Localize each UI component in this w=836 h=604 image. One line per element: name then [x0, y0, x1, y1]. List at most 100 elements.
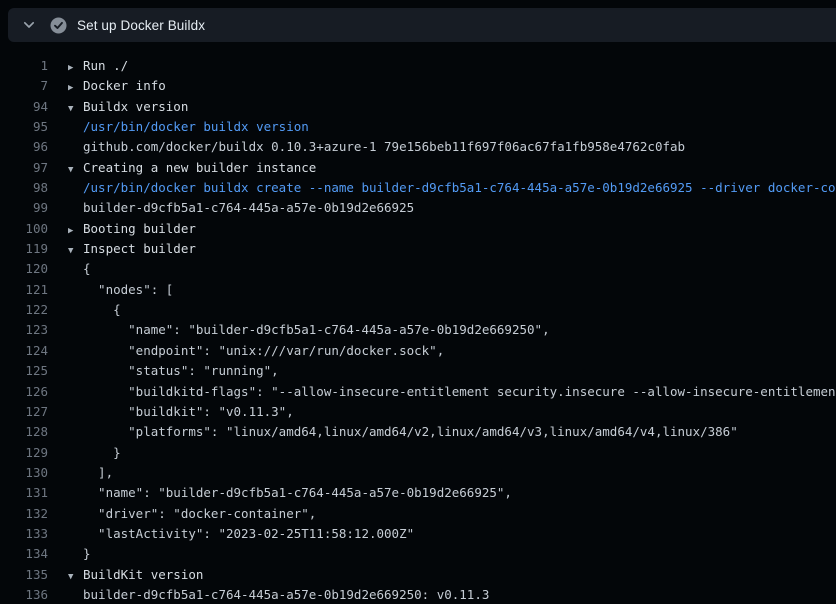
log-line-text: Docker info	[83, 78, 166, 93]
log-line: 124 "endpoint": "unix:///var/run/docker.…	[0, 341, 836, 361]
log-line: 119 ▼Inspect builder	[0, 239, 836, 259]
line-number[interactable]: 131	[0, 483, 48, 503]
log-line: 99 builder-d9cfb5a1-c764-445a-a57e-0b19d2…	[0, 198, 836, 218]
log-line-text: builder-d9cfb5a1-c764-445a-a57e-0b19d2e6…	[83, 200, 414, 215]
line-number[interactable]: 98	[0, 178, 48, 198]
line-number[interactable]: 125	[0, 361, 48, 381]
log-line: 98/usr/bin/docker buildx create --name b…	[0, 178, 836, 198]
log-output-text: "name": "builder-d9cfb5a1-c764-445a-a57e…	[68, 483, 512, 503]
log-output-text: "platforms": "linux/amd64,linux/amd64/v2…	[68, 422, 738, 442]
log-output-text: github.com/docker/buildx 0.10.3+azure-1 …	[68, 137, 685, 157]
log-line-text: /usr/bin/docker buildx version	[83, 119, 309, 134]
log-output-text: }	[68, 544, 91, 564]
line-number[interactable]: 7	[0, 76, 48, 96]
caret-down-icon[interactable]: ▼	[68, 241, 83, 261]
log-group-title[interactable]: ▼Creating a new builder instance	[68, 158, 316, 178]
log-line-text: Buildx version	[83, 99, 188, 114]
caret-right-icon[interactable]: ▶	[68, 78, 83, 98]
log-group-title[interactable]: ▶Docker info	[68, 76, 166, 96]
step-success-check-icon	[49, 16, 67, 34]
log-group-title[interactable]: ▶Run ./	[68, 56, 128, 76]
line-number[interactable]: 134	[0, 544, 48, 564]
line-number[interactable]: 99	[0, 198, 48, 218]
log-line-text: "lastActivity": "2023-02-25T11:58:12.000…	[83, 526, 414, 541]
log-line-text: }	[83, 546, 91, 561]
log-line: 95/usr/bin/docker buildx version	[0, 117, 836, 137]
log-line: 123 "name": "builder-d9cfb5a1-c764-445a-…	[0, 320, 836, 340]
line-number[interactable]: 136	[0, 585, 48, 604]
line-number[interactable]: 121	[0, 280, 48, 300]
log-group-title[interactable]: ▼Buildx version	[68, 97, 188, 117]
log-line: 136 builder-d9cfb5a1-c764-445a-a57e-0b19d…	[0, 585, 836, 604]
log-line-text: builder-d9cfb5a1-c764-445a-a57e-0b19d2e6…	[83, 587, 489, 602]
log-line-text: ],	[83, 465, 113, 480]
line-number[interactable]: 130	[0, 463, 48, 483]
log-group-title[interactable]: ▶Booting builder	[68, 219, 196, 239]
log-line-text: "nodes": [	[83, 282, 173, 297]
step-title: Set up Docker Buildx	[77, 18, 205, 33]
line-number[interactable]: 100	[0, 219, 48, 239]
log-line: 120 {	[0, 259, 836, 279]
log-group-title[interactable]: ▼Inspect builder	[68, 239, 196, 259]
log-output-panel: 1▶Run ./7▶Docker info94▼Buildx version95…	[0, 42, 836, 604]
log-line-text: "buildkitd-flags": "--allow-insecure-ent…	[83, 384, 836, 399]
log-group-title[interactable]: ▼BuildKit version	[68, 565, 203, 585]
line-number[interactable]: 120	[0, 259, 48, 279]
line-number[interactable]: 96	[0, 137, 48, 157]
log-output-text: {	[68, 300, 121, 320]
log-output-text: "lastActivity": "2023-02-25T11:58:12.000…	[68, 524, 414, 544]
chevron-down-icon[interactable]	[20, 16, 38, 34]
line-number[interactable]: 127	[0, 402, 48, 422]
log-line-text: "name": "builder-d9cfb5a1-c764-445a-a57e…	[83, 322, 550, 337]
log-line: 7 ▶Docker info	[0, 76, 836, 96]
log-line-text: "platforms": "linux/amd64,linux/amd64/v2…	[83, 424, 738, 439]
caret-down-icon[interactable]: ▼	[68, 99, 83, 119]
line-number[interactable]: 126	[0, 382, 48, 402]
step-header-set-up-docker-buildx[interactable]: Set up Docker Buildx	[8, 8, 836, 42]
log-line: 126 "buildkitd-flags": "--allow-insecure…	[0, 382, 836, 402]
line-number[interactable]: 1	[0, 56, 48, 76]
line-number[interactable]: 128	[0, 422, 48, 442]
log-line: 121 "nodes": [	[0, 280, 836, 300]
log-line-text: "driver": "docker-container",	[83, 506, 316, 521]
log-output-text: builder-d9cfb5a1-c764-445a-a57e-0b19d2e6…	[68, 585, 489, 604]
log-output-text: "name": "builder-d9cfb5a1-c764-445a-a57e…	[68, 320, 550, 340]
log-line-text: github.com/docker/buildx 0.10.3+azure-1 …	[83, 139, 685, 154]
log-output-text: ],	[68, 463, 113, 483]
log-line: 134}	[0, 544, 836, 564]
log-line: 132 "driver": "docker-container",	[0, 504, 836, 524]
log-line-text: Booting builder	[83, 221, 196, 236]
line-number[interactable]: 129	[0, 443, 48, 463]
line-number[interactable]: 122	[0, 300, 48, 320]
log-line-text: }	[83, 445, 121, 460]
log-output-text: builder-d9cfb5a1-c764-445a-a57e-0b19d2e6…	[68, 198, 414, 218]
caret-down-icon[interactable]: ▼	[68, 567, 83, 587]
log-line-text: "buildkit": "v0.11.3",	[83, 404, 294, 419]
line-number[interactable]: 94	[0, 97, 48, 117]
caret-down-icon[interactable]: ▼	[68, 160, 83, 180]
log-line-text: "name": "builder-d9cfb5a1-c764-445a-a57e…	[83, 485, 512, 500]
caret-right-icon[interactable]: ▶	[68, 221, 83, 241]
log-line: 128 "platforms": "linux/amd64,linux/amd6…	[0, 422, 836, 442]
log-line: 96 github.com/docker/buildx 0.10.3+azure-…	[0, 137, 836, 157]
log-line-text: /usr/bin/docker buildx create --name bui…	[83, 180, 836, 195]
line-number[interactable]: 97	[0, 158, 48, 178]
log-output-text: "buildkitd-flags": "--allow-insecure-ent…	[68, 382, 836, 402]
log-line: 97 ▼Creating a new builder instance	[0, 158, 836, 178]
line-number[interactable]: 135	[0, 565, 48, 585]
log-output-text: "nodes": [	[68, 280, 173, 300]
log-line-text: "endpoint": "unix:///var/run/docker.sock…	[83, 343, 444, 358]
log-line-text: Run ./	[83, 58, 128, 73]
line-number[interactable]: 123	[0, 320, 48, 340]
log-line-text: Inspect builder	[83, 241, 196, 256]
log-output-text: "status": "running",	[68, 361, 279, 381]
line-number[interactable]: 132	[0, 504, 48, 524]
caret-right-icon[interactable]: ▶	[68, 58, 83, 78]
line-number[interactable]: 119	[0, 239, 48, 259]
log-line: 122 {	[0, 300, 836, 320]
log-line-text: {	[83, 261, 91, 276]
line-number[interactable]: 95	[0, 117, 48, 137]
line-number[interactable]: 133	[0, 524, 48, 544]
log-line-text: {	[83, 302, 121, 317]
line-number[interactable]: 124	[0, 341, 48, 361]
